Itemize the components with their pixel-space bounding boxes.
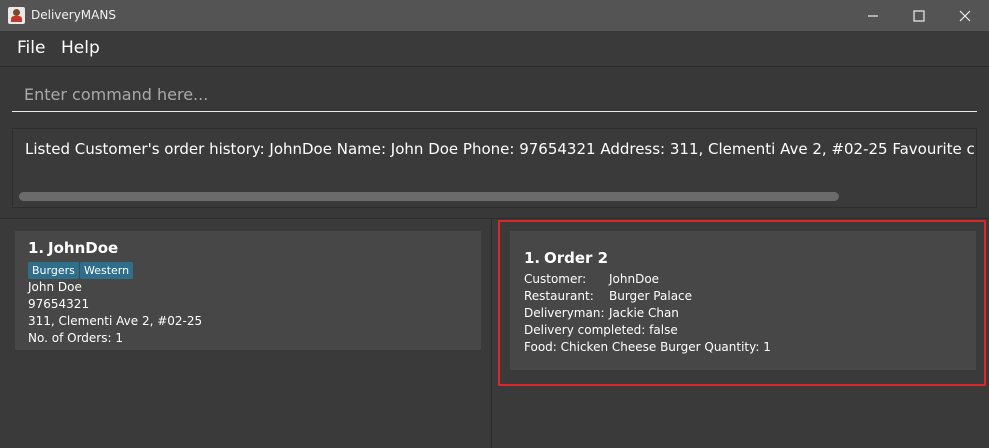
customer-username: JohnDoe bbox=[48, 239, 119, 257]
close-button[interactable] bbox=[942, 0, 988, 31]
customer-address: 311, Clementi Ave 2, #02-25 bbox=[28, 314, 203, 328]
order-card[interactable]: 1. Order 2 Customer: JohnDoe Restaurant:… bbox=[510, 231, 976, 370]
app-logo-icon bbox=[8, 7, 25, 24]
order-customer-label: Customer: bbox=[524, 272, 587, 286]
minimize-button[interactable] bbox=[850, 0, 896, 31]
window-title: DeliveryMANS bbox=[31, 8, 116, 22]
customer-phone: 97654321 bbox=[28, 297, 90, 311]
order-customer-value: JohnDoe bbox=[609, 272, 660, 286]
tag-badge: Burgers bbox=[28, 262, 79, 279]
customer-order-count: No. of Orders: 1 bbox=[28, 331, 123, 345]
panel-divider[interactable] bbox=[491, 219, 492, 448]
order-food: Food: Chicken Cheese Burger Quantity: 1 bbox=[524, 340, 771, 354]
order-deliveryman-value: Jackie Chan bbox=[609, 306, 679, 320]
command-area bbox=[0, 66, 989, 119]
menu-bar: File Help bbox=[0, 31, 989, 66]
menu-file[interactable]: File bbox=[17, 38, 45, 58]
maximize-icon bbox=[913, 9, 925, 22]
order-delivery-status: Delivery completed: false bbox=[524, 323, 678, 337]
order-index: 1. bbox=[524, 249, 541, 267]
close-icon bbox=[959, 10, 971, 21]
menu-help[interactable]: Help bbox=[61, 38, 100, 58]
horizontal-scrollbar[interactable] bbox=[19, 192, 839, 201]
order-deliveryman-label: Deliveryman: bbox=[524, 306, 605, 320]
result-display: Listed Customer's order history: JohnDoe… bbox=[12, 128, 977, 208]
customer-name: John Doe bbox=[28, 280, 82, 294]
maximize-button[interactable] bbox=[896, 0, 942, 31]
title-bar: DeliveryMANS bbox=[0, 0, 989, 31]
minimize-icon bbox=[868, 14, 878, 17]
order-restaurant-value: Burger Palace bbox=[609, 289, 693, 303]
order-title: Order 2 bbox=[544, 249, 609, 267]
command-input[interactable] bbox=[12, 77, 977, 112]
result-text: Listed Customer's order history: JohnDoe… bbox=[25, 140, 977, 158]
order-restaurant-label: Restaurant: bbox=[524, 289, 594, 303]
result-display-area: Listed Customer's order history: JohnDoe… bbox=[0, 119, 989, 218]
tag-badge: Western bbox=[80, 262, 134, 279]
list-panels: 1. JohnDoe Burgers Western John Doe 9765… bbox=[0, 218, 989, 448]
customer-card[interactable]: 1. JohnDoe Burgers Western John Doe 9765… bbox=[15, 231, 481, 350]
customer-index: 1. bbox=[28, 239, 45, 257]
